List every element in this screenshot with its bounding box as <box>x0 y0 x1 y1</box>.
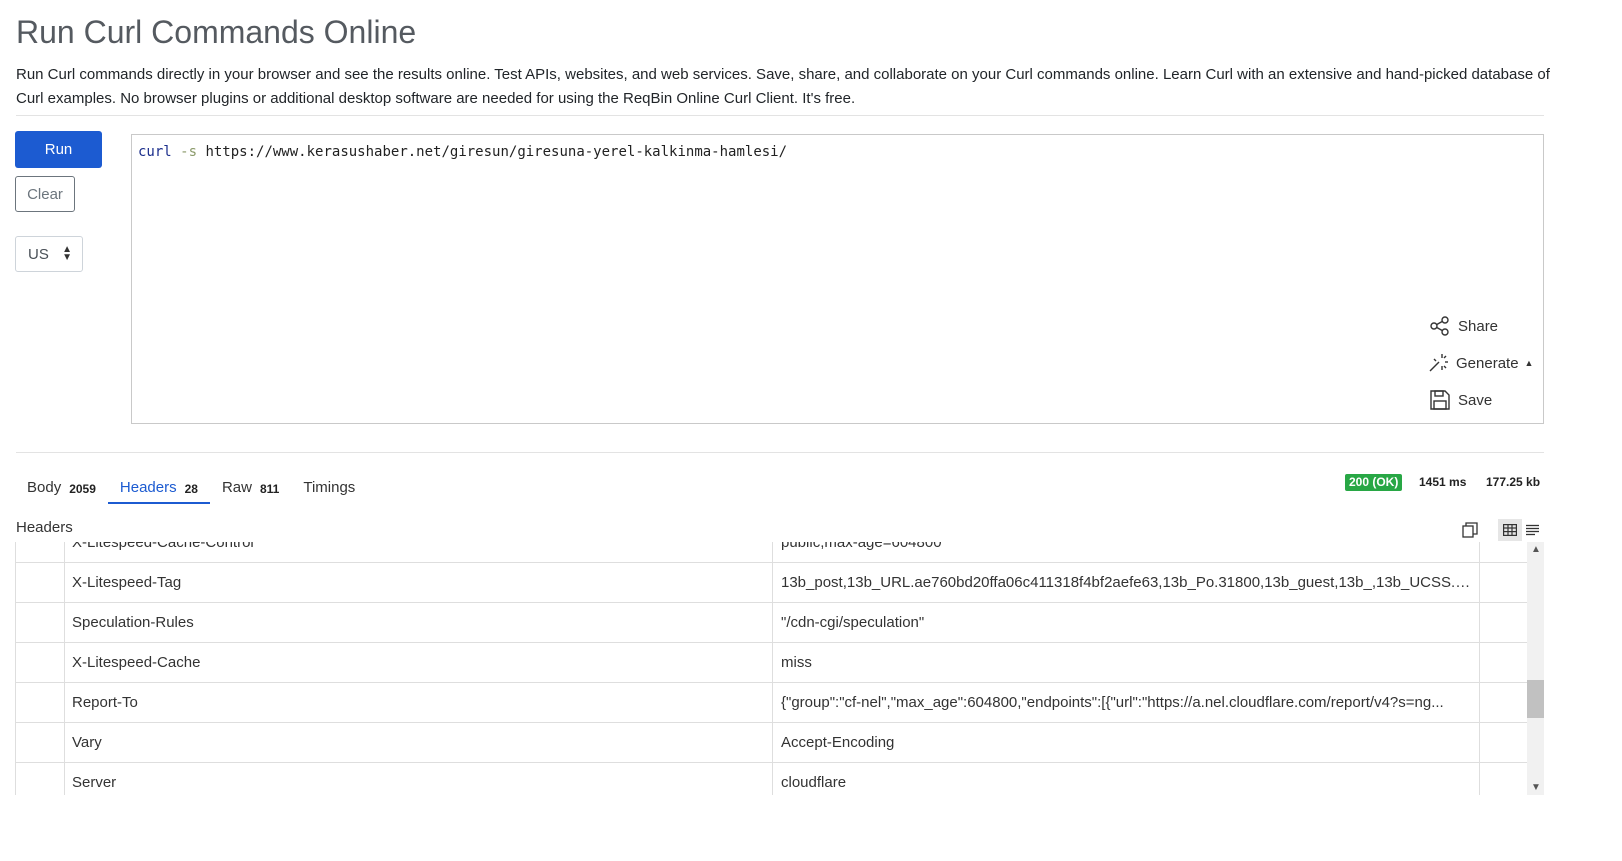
curl-editor[interactable]: curl -s https://www.kerasushaber.net/gir… <box>131 134 1544 424</box>
header-value: cloudflare <box>781 774 847 791</box>
clear-button[interactable]: Clear <box>15 176 75 212</box>
tab-label: Timings <box>303 479 356 496</box>
page-title: Run Curl Commands Online <box>16 14 417 50</box>
response-tabs: Body 2059 Headers 28 Raw 811 Timings <box>15 476 367 504</box>
page-description: Run Curl commands directly in your brows… <box>16 66 1550 107</box>
headers-label: Headers <box>16 519 73 536</box>
curl-url: https://www.kerasushaber.net/giresun/gir… <box>205 144 788 160</box>
tab-timings[interactable]: Timings <box>291 476 367 502</box>
header-value: miss <box>781 654 812 671</box>
floppy-disk-icon <box>1430 390 1450 410</box>
tab-body[interactable]: Body 2059 <box>15 476 108 502</box>
header-name: Server <box>72 774 117 791</box>
generate-label: Generate <box>1456 354 1519 372</box>
header-value: public,max-age=604800 <box>781 542 942 551</box>
response-size: 177.25 kb <box>1486 475 1541 489</box>
table-row: Report-To {"group":"cf-nel","max_age":60… <box>16 683 1528 723</box>
table-row: X-Litespeed-Cache-Control public,max-age… <box>16 542 1528 563</box>
generate-button[interactable]: Generate ▲ <box>1427 352 1533 374</box>
curl-keyword: curl <box>138 144 172 160</box>
scroll-down-icon[interactable]: ▼ <box>1531 782 1541 793</box>
header-value: {"group":"cf-nel","max_age":604800,"endp… <box>781 694 1444 711</box>
list-view-icon[interactable] <box>1526 523 1539 541</box>
save-button[interactable]: Save <box>1429 389 1492 411</box>
header-value: Accept-Encoding <box>781 734 895 751</box>
header-name: X-Litespeed-Cache <box>72 654 201 671</box>
caret-up-icon: ▲ <box>1524 358 1534 368</box>
header-name: Report-To <box>72 694 138 711</box>
tab-headers[interactable]: Headers 28 <box>107 476 211 504</box>
tab-label: Body <box>27 479 62 496</box>
table-row: X-Litespeed-Tag 13b_post,13b_URL.ae760bd… <box>16 563 1528 603</box>
divider <box>16 452 1544 453</box>
region-select[interactable]: US ▲ ▼ <box>15 236 83 272</box>
share-label: Share <box>1458 317 1499 335</box>
tab-count: 811 <box>259 482 280 496</box>
share-button[interactable]: Share <box>1429 315 1498 337</box>
header-name: X-Litespeed-Tag <box>72 574 182 591</box>
tab-count: 2059 <box>69 482 96 496</box>
region-value: US <box>28 245 49 263</box>
tab-raw[interactable]: Raw 811 <box>210 476 291 502</box>
divider <box>16 115 1544 116</box>
scroll-up-icon[interactable]: ▲ <box>1531 544 1541 555</box>
header-value: 13b_post,13b_URL.ae760bd20ffa06c411318f4… <box>781 574 1471 591</box>
save-label: Save <box>1458 391 1493 409</box>
scrollbar-thumb[interactable] <box>1527 680 1544 718</box>
sort-caret-icon: ▲ ▼ <box>62 244 72 263</box>
tab-label: Headers <box>119 479 177 496</box>
table-row: Vary Accept-Encoding <box>16 723 1528 763</box>
status-badge: 200 (OK) <box>1345 474 1403 491</box>
curl-flag: -s <box>180 144 198 160</box>
run-button[interactable]: Run <box>15 131 102 168</box>
copy-icon[interactable] <box>1462 522 1478 543</box>
header-name: X-Litespeed-Cache-Control <box>72 542 254 551</box>
magic-wand-icon <box>1429 354 1448 372</box>
share-icon <box>1430 316 1449 336</box>
table-row: Speculation-Rules "/cdn-cgi/speculation" <box>16 603 1528 643</box>
table-scrollbar[interactable]: ▲ ▼ <box>1527 542 1544 795</box>
table-row: Server cloudflare <box>16 763 1528 795</box>
header-name: Speculation-Rules <box>72 614 194 631</box>
response-time: 1451 ms <box>1419 475 1467 489</box>
tab-label: Raw <box>221 479 252 496</box>
header-name: Vary <box>72 734 102 751</box>
header-value: "/cdn-cgi/speculation" <box>781 614 925 631</box>
grid-view-icon[interactable] <box>1498 519 1522 541</box>
table-row: X-Litespeed-Cache miss <box>16 643 1528 683</box>
headers-table: X-Litespeed-Cache-Control public,max-age… <box>15 542 1528 795</box>
tab-count: 28 <box>184 482 198 496</box>
curl-command[interactable]: curl -s https://www.kerasushaber.net/gir… <box>138 144 787 160</box>
